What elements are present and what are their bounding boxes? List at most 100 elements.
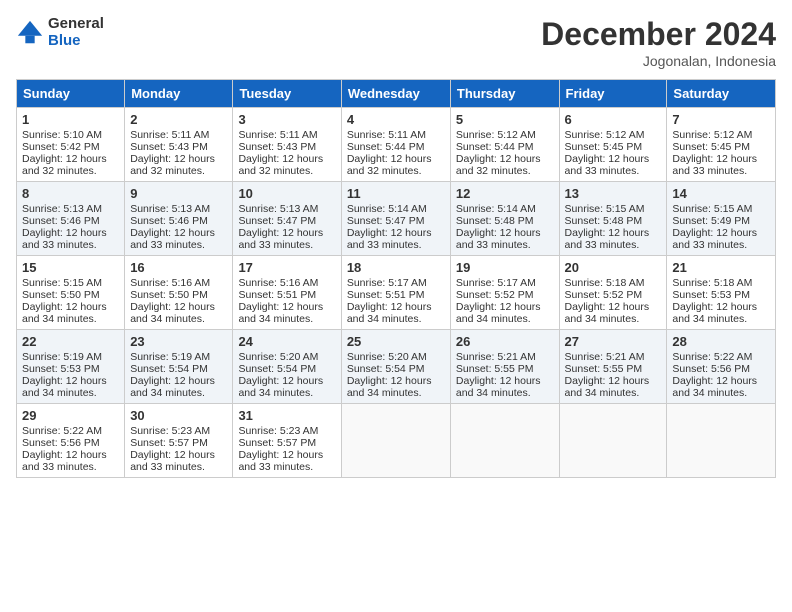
sunrise-label: Sunrise: 5:12 AM — [565, 129, 645, 141]
sunset-label: Sunset: 5:48 PM — [565, 215, 643, 227]
daylight-label: Daylight: 12 hours and 33 minutes. — [238, 227, 323, 251]
calendar-cell: 16 Sunrise: 5:16 AM Sunset: 5:50 PM Dayl… — [125, 256, 233, 330]
day-number: 4 — [347, 112, 445, 127]
calendar-cell: 4 Sunrise: 5:11 AM Sunset: 5:44 PM Dayli… — [341, 108, 450, 182]
sunset-label: Sunset: 5:48 PM — [456, 215, 534, 227]
daylight-label: Daylight: 12 hours and 34 minutes. — [565, 375, 650, 399]
calendar-cell: 29 Sunrise: 5:22 AM Sunset: 5:56 PM Dayl… — [17, 404, 125, 478]
calendar-cell: 20 Sunrise: 5:18 AM Sunset: 5:52 PM Dayl… — [559, 256, 667, 330]
logo-general-text: General — [48, 16, 104, 33]
sunrise-label: Sunrise: 5:23 AM — [130, 425, 210, 437]
calendar-cell: 14 Sunrise: 5:15 AM Sunset: 5:49 PM Dayl… — [667, 182, 776, 256]
sunset-label: Sunset: 5:57 PM — [238, 437, 316, 449]
calendar-cell: 3 Sunrise: 5:11 AM Sunset: 5:43 PM Dayli… — [233, 108, 341, 182]
sunrise-label: Sunrise: 5:13 AM — [22, 203, 102, 215]
day-number: 3 — [238, 112, 335, 127]
daylight-label: Daylight: 12 hours and 34 minutes. — [347, 301, 432, 325]
day-number: 8 — [22, 186, 119, 201]
sunset-label: Sunset: 5:42 PM — [22, 141, 100, 153]
sunrise-label: Sunrise: 5:20 AM — [347, 351, 427, 363]
calendar-cell: 13 Sunrise: 5:15 AM Sunset: 5:48 PM Dayl… — [559, 182, 667, 256]
calendar-cell: 25 Sunrise: 5:20 AM Sunset: 5:54 PM Dayl… — [341, 330, 450, 404]
day-number: 9 — [130, 186, 227, 201]
sunrise-label: Sunrise: 5:21 AM — [456, 351, 536, 363]
calendar-cell: 30 Sunrise: 5:23 AM Sunset: 5:57 PM Dayl… — [125, 404, 233, 478]
daylight-label: Daylight: 12 hours and 33 minutes. — [456, 227, 541, 251]
calendar-cell: 5 Sunrise: 5:12 AM Sunset: 5:44 PM Dayli… — [450, 108, 559, 182]
sunrise-label: Sunrise: 5:13 AM — [130, 203, 210, 215]
calendar-week-row: 8 Sunrise: 5:13 AM Sunset: 5:46 PM Dayli… — [17, 182, 776, 256]
sunrise-label: Sunrise: 5:22 AM — [672, 351, 752, 363]
daylight-label: Daylight: 12 hours and 33 minutes. — [22, 227, 107, 251]
day-number: 14 — [672, 186, 770, 201]
daylight-label: Daylight: 12 hours and 34 minutes. — [130, 301, 215, 325]
calendar-cell: 10 Sunrise: 5:13 AM Sunset: 5:47 PM Dayl… — [233, 182, 341, 256]
sunrise-label: Sunrise: 5:16 AM — [238, 277, 318, 289]
calendar-cell: 17 Sunrise: 5:16 AM Sunset: 5:51 PM Dayl… — [233, 256, 341, 330]
sunset-label: Sunset: 5:55 PM — [565, 363, 643, 375]
sunset-label: Sunset: 5:53 PM — [22, 363, 100, 375]
weekday-header-friday: Friday — [559, 80, 667, 108]
sunrise-label: Sunrise: 5:23 AM — [238, 425, 318, 437]
daylight-label: Daylight: 12 hours and 33 minutes. — [672, 227, 757, 251]
calendar-cell: 19 Sunrise: 5:17 AM Sunset: 5:52 PM Dayl… — [450, 256, 559, 330]
daylight-label: Daylight: 12 hours and 34 minutes. — [565, 301, 650, 325]
daylight-label: Daylight: 12 hours and 34 minutes. — [22, 301, 107, 325]
sunrise-label: Sunrise: 5:19 AM — [22, 351, 102, 363]
sunrise-label: Sunrise: 5:17 AM — [456, 277, 536, 289]
sunset-label: Sunset: 5:56 PM — [22, 437, 100, 449]
calendar-cell: 2 Sunrise: 5:11 AM Sunset: 5:43 PM Dayli… — [125, 108, 233, 182]
calendar-header-row: SundayMondayTuesdayWednesdayThursdayFrid… — [17, 80, 776, 108]
weekday-header-monday: Monday — [125, 80, 233, 108]
sunrise-label: Sunrise: 5:14 AM — [456, 203, 536, 215]
weekday-header-thursday: Thursday — [450, 80, 559, 108]
sunrise-label: Sunrise: 5:18 AM — [672, 277, 752, 289]
daylight-label: Daylight: 12 hours and 34 minutes. — [456, 301, 541, 325]
sunset-label: Sunset: 5:43 PM — [238, 141, 316, 153]
day-number: 20 — [565, 260, 662, 275]
sunset-label: Sunset: 5:44 PM — [456, 141, 534, 153]
daylight-label: Daylight: 12 hours and 34 minutes. — [22, 375, 107, 399]
sunset-label: Sunset: 5:55 PM — [456, 363, 534, 375]
logo-text: General Blue — [48, 16, 104, 49]
sunset-label: Sunset: 5:53 PM — [672, 289, 750, 301]
daylight-label: Daylight: 12 hours and 32 minutes. — [130, 153, 215, 177]
day-number: 25 — [347, 334, 445, 349]
calendar-cell: 28 Sunrise: 5:22 AM Sunset: 5:56 PM Dayl… — [667, 330, 776, 404]
sunset-label: Sunset: 5:47 PM — [347, 215, 425, 227]
daylight-label: Daylight: 12 hours and 34 minutes. — [672, 375, 757, 399]
calendar-cell: 7 Sunrise: 5:12 AM Sunset: 5:45 PM Dayli… — [667, 108, 776, 182]
calendar-week-row: 1 Sunrise: 5:10 AM Sunset: 5:42 PM Dayli… — [17, 108, 776, 182]
sunset-label: Sunset: 5:54 PM — [130, 363, 208, 375]
sunset-label: Sunset: 5:52 PM — [565, 289, 643, 301]
day-number: 21 — [672, 260, 770, 275]
daylight-label: Daylight: 12 hours and 32 minutes. — [347, 153, 432, 177]
day-number: 28 — [672, 334, 770, 349]
daylight-label: Daylight: 12 hours and 33 minutes. — [130, 227, 215, 251]
page-header: General Blue December 2024 Jogonalan, In… — [16, 16, 776, 69]
day-number: 5 — [456, 112, 554, 127]
calendar-week-row: 22 Sunrise: 5:19 AM Sunset: 5:53 PM Dayl… — [17, 330, 776, 404]
daylight-label: Daylight: 12 hours and 34 minutes. — [238, 301, 323, 325]
calendar-cell: 26 Sunrise: 5:21 AM Sunset: 5:55 PM Dayl… — [450, 330, 559, 404]
daylight-label: Daylight: 12 hours and 32 minutes. — [22, 153, 107, 177]
sunrise-label: Sunrise: 5:11 AM — [130, 129, 209, 141]
sunrise-label: Sunrise: 5:17 AM — [347, 277, 427, 289]
day-number: 18 — [347, 260, 445, 275]
calendar-cell — [450, 404, 559, 478]
day-number: 2 — [130, 112, 227, 127]
day-number: 29 — [22, 408, 119, 423]
sunset-label: Sunset: 5:51 PM — [238, 289, 316, 301]
sunrise-label: Sunrise: 5:21 AM — [565, 351, 645, 363]
sunrise-label: Sunrise: 5:15 AM — [672, 203, 752, 215]
calendar-cell — [667, 404, 776, 478]
sunrise-label: Sunrise: 5:16 AM — [130, 277, 210, 289]
sunrise-label: Sunrise: 5:11 AM — [347, 129, 426, 141]
logo-icon — [16, 19, 44, 47]
sunset-label: Sunset: 5:54 PM — [238, 363, 316, 375]
day-number: 22 — [22, 334, 119, 349]
day-number: 27 — [565, 334, 662, 349]
calendar-cell: 21 Sunrise: 5:18 AM Sunset: 5:53 PM Dayl… — [667, 256, 776, 330]
sunrise-label: Sunrise: 5:15 AM — [22, 277, 102, 289]
calendar-cell: 1 Sunrise: 5:10 AM Sunset: 5:42 PM Dayli… — [17, 108, 125, 182]
